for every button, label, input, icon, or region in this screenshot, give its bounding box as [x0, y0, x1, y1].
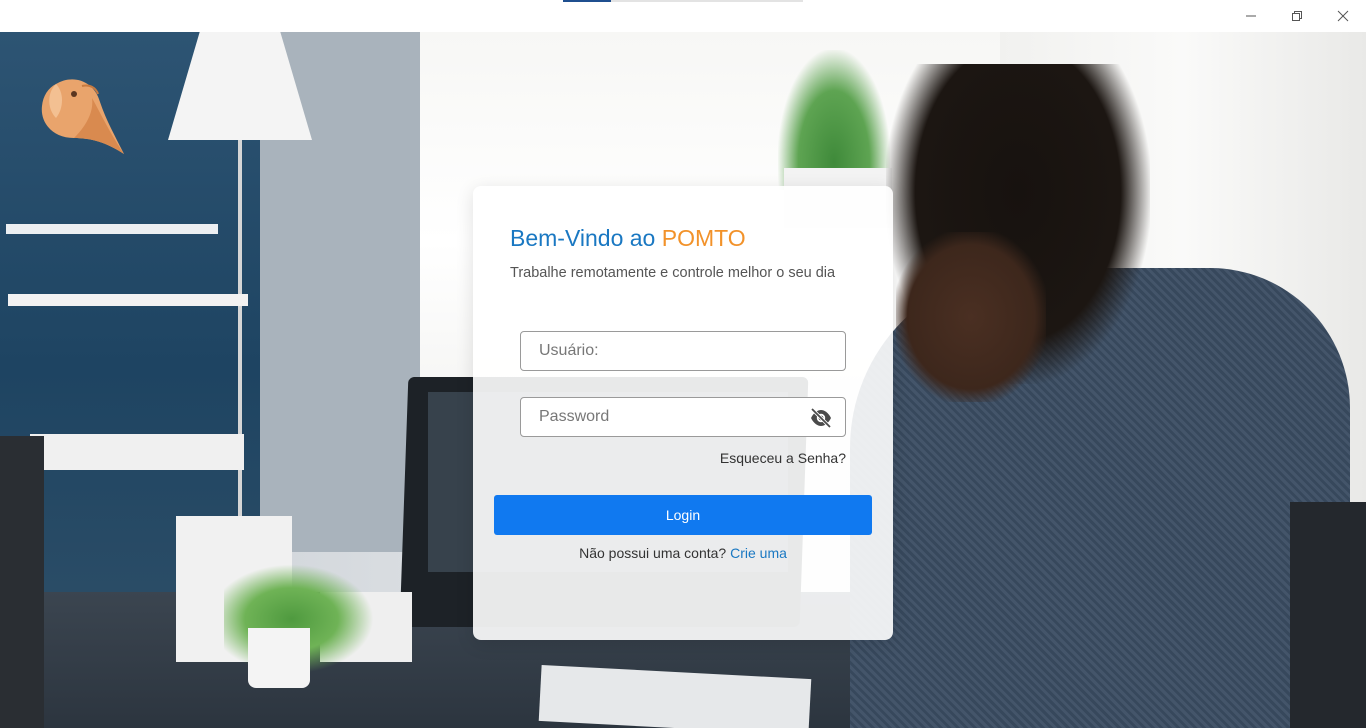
password-field[interactable]: [520, 397, 846, 437]
password-input[interactable]: [521, 398, 845, 436]
window-title-bar: [0, 0, 1366, 32]
signup-link[interactable]: Crie uma: [730, 545, 787, 561]
login-card: Bem-Vindo ao POMTO Trabalhe remotamente …: [473, 186, 893, 640]
restore-icon: [1292, 11, 1302, 21]
eye-off-icon[interactable]: [809, 407, 833, 429]
welcome-title: Bem-Vindo ao POMTO: [510, 225, 746, 252]
welcome-title-prefix: Bem-Vindo ao: [510, 225, 656, 251]
signup-text: Não possui uma conta?: [579, 545, 727, 561]
close-icon: [1337, 10, 1349, 22]
forgot-password-link[interactable]: Esqueceu a Senha?: [720, 450, 846, 466]
login-button[interactable]: Login: [494, 495, 872, 535]
signup-prompt: Não possui uma conta? Crie uma: [473, 545, 893, 561]
username-input[interactable]: [521, 332, 845, 370]
username-field[interactable]: [520, 331, 846, 371]
minimize-button[interactable]: [1228, 0, 1274, 32]
minimize-icon: [1246, 15, 1256, 17]
brand-name: POMTO: [661, 225, 746, 251]
welcome-subtitle: Trabalhe remotamente e controle melhor o…: [510, 265, 836, 281]
load-progress-bar: [563, 0, 803, 2]
close-button[interactable]: [1320, 0, 1366, 32]
bird-logo-icon: [41, 79, 124, 154]
restore-button[interactable]: [1274, 0, 1320, 32]
